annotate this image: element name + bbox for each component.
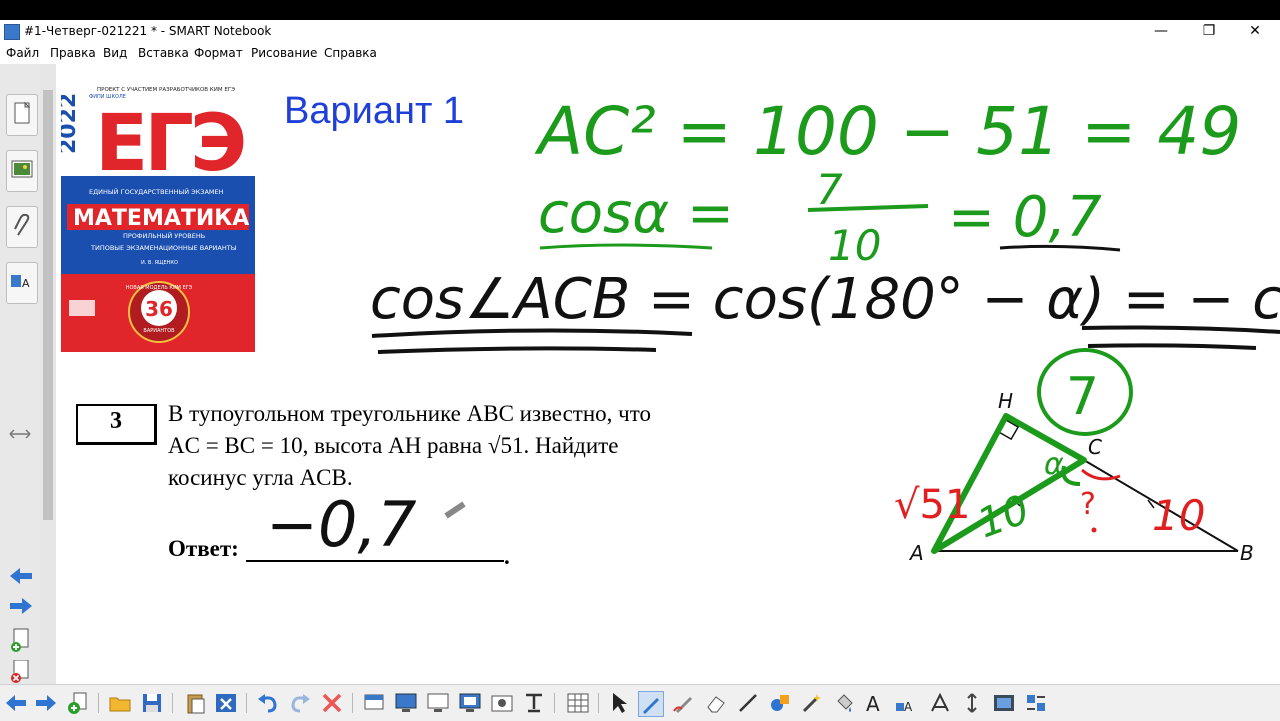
next-page-icon[interactable]: [8, 596, 34, 616]
screen-capture-icon[interactable]: [490, 691, 514, 715]
smart-notebook-app-icon: [4, 24, 20, 40]
ink-alpha: α: [1044, 447, 1064, 482]
close-button[interactable]: ✕: [1232, 20, 1278, 44]
attachments-tab[interactable]: [6, 206, 38, 248]
gallery-icon: [11, 160, 33, 178]
text-tool-icon[interactable]: A: [862, 691, 886, 716]
properties-icon: A: [11, 275, 30, 290]
svg-text:A: A: [904, 700, 913, 714]
ink-fraction-denominator: 10: [828, 221, 881, 270]
label-b: B: [1240, 541, 1254, 565]
window-title: #1-Четверг-021221 * - SMART Notebook: [24, 24, 272, 38]
video-player-icon[interactable]: [992, 691, 1016, 715]
properties-tab[interactable]: A: [6, 262, 38, 304]
measurement-tools-icon[interactable]: [928, 691, 952, 715]
obtuse-angle-arc: [1081, 468, 1121, 481]
scrollbar-thumb[interactable]: [43, 90, 53, 520]
add-page-icon[interactable]: [8, 627, 34, 653]
notebook-page[interactable]: ПРОЕКТ С УЧАСТИЕМ РАЗРАБОТЧИКОВ КИМ ЕГЭ …: [56, 64, 1280, 684]
label-c: C: [1088, 435, 1102, 459]
vertical-scrollbar[interactable]: [40, 64, 56, 684]
bottom-toolbar: A A: [0, 684, 1280, 721]
document-camera-icon[interactable]: [522, 691, 546, 715]
eraser-icon[interactable]: [704, 691, 728, 715]
forward-arrow-icon[interactable]: [34, 691, 58, 715]
menu-insert[interactable]: Вставка: [138, 46, 189, 60]
pen-tool-icon[interactable]: [638, 691, 664, 717]
ink-ten-right: 10: [1152, 491, 1205, 540]
side-tabs-panel: A: [0, 64, 41, 684]
menu-help[interactable]: Справка: [324, 46, 377, 60]
menu-file[interactable]: Файл: [6, 46, 39, 60]
close-window-icon[interactable]: [214, 691, 238, 715]
minimize-button[interactable]: —: [1138, 20, 1184, 44]
paperclip-icon: [14, 213, 30, 236]
properties-toolbar-icon[interactable]: A: [894, 691, 918, 715]
magic-pen-icon[interactable]: [800, 691, 824, 715]
back-arrow-icon[interactable]: [4, 691, 28, 715]
table-icon[interactable]: [566, 691, 590, 715]
redo-icon[interactable]: [288, 691, 312, 715]
ink-fraction-numerator: 7: [816, 165, 843, 214]
creative-pen-icon[interactable]: [672, 691, 696, 715]
label-h: H: [998, 389, 1013, 413]
pen-cursor-icon: [444, 501, 466, 519]
line-tool-icon[interactable]: [736, 691, 760, 715]
gallery-tab[interactable]: [6, 150, 38, 192]
ink-question: ?: [1080, 487, 1096, 522]
display-icon[interactable]: [458, 691, 482, 715]
ink-line-2-right: = 0,7: [948, 185, 1102, 250]
ink-line-2-left: cosα =: [538, 181, 734, 246]
title-bar: #1-Четверг-021221 * - SMART Notebook — ❐…: [0, 20, 1280, 44]
line-3-underline-4: [1087, 343, 1257, 350]
customize-toolbar-icon[interactable]: [1024, 691, 1048, 715]
page-sorter-tab[interactable]: [6, 94, 38, 136]
svg-text:A: A: [866, 692, 880, 715]
transparent-background-icon[interactable]: [426, 691, 450, 715]
page-icon: [14, 101, 31, 124]
screen-shade-icon[interactable]: [362, 691, 386, 715]
svg-text:A: A: [22, 277, 30, 290]
smart-notebook-window: #1-Четверг-021221 * - SMART Notebook — ❐…: [0, 20, 1280, 721]
menu-view[interactable]: Вид: [103, 46, 127, 60]
restore-button[interactable]: ❐: [1186, 20, 1232, 44]
move-toolbar-icon[interactable]: [960, 691, 984, 715]
previous-page-icon[interactable]: [8, 566, 34, 586]
shapes-icon[interactable]: [768, 691, 792, 715]
label-a: A: [908, 541, 924, 565]
red-dot: [1091, 527, 1097, 533]
menu-bar: Файл Правка Вид Вставка Формат Рисование…: [0, 44, 1280, 64]
ink-answer: −0,7: [266, 488, 417, 561]
undo-icon[interactable]: [256, 691, 280, 715]
select-cursor-icon[interactable]: [608, 691, 632, 715]
ink-sqrt51: √51: [894, 482, 970, 528]
delete-icon[interactable]: [320, 691, 344, 715]
paste-icon[interactable]: [184, 691, 208, 715]
full-screen-icon[interactable]: [394, 691, 418, 715]
save-icon[interactable]: [140, 691, 164, 715]
panel-resize-icon[interactable]: [8, 426, 32, 442]
delete-page-icon[interactable]: [8, 660, 34, 684]
cos-underline: [539, 243, 713, 250]
add-page-toolbar-icon[interactable]: [66, 691, 90, 715]
fill-icon[interactable]: [832, 691, 856, 715]
ink-line-1: AC² = 100 − 51 = 49: [534, 93, 1241, 170]
menu-draw[interactable]: Рисование: [251, 46, 317, 60]
triangle-diagram: A B C H √51 10 α ? 10: [894, 389, 1254, 565]
open-folder-icon[interactable]: [108, 691, 132, 715]
line-3-underline-2: [377, 346, 657, 354]
menu-edit[interactable]: Правка: [50, 46, 96, 60]
menu-format[interactable]: Формат: [194, 46, 243, 60]
ink-line-3: cos∠ACB = cos(180° − α) = − cosα: [370, 267, 1280, 332]
